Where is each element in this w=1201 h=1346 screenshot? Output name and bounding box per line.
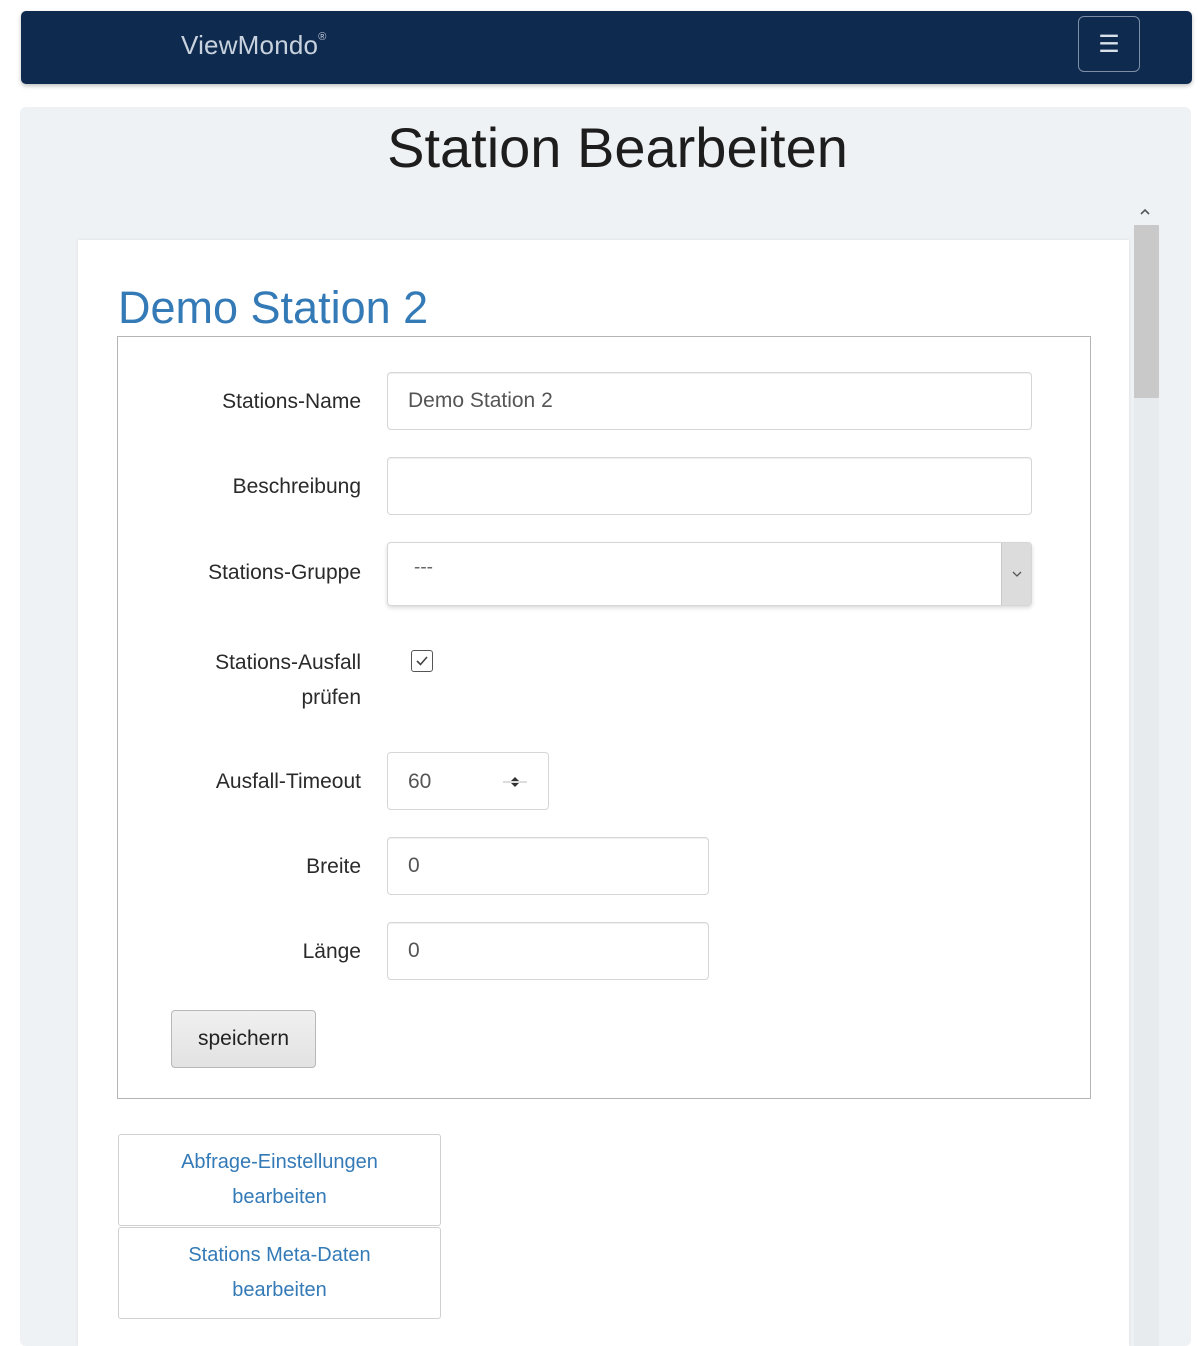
failure-check-label-line2: prüfen bbox=[301, 686, 361, 709]
brand-name: ViewMondo bbox=[181, 30, 319, 60]
timeout-number-input[interactable]: 60 bbox=[387, 752, 549, 810]
latitude-label: Breite bbox=[306, 855, 361, 878]
longitude-input[interactable] bbox=[387, 922, 709, 980]
edit-query-settings-text: Abfrage-Einstellungen bearbeiten bbox=[181, 1145, 378, 1215]
description-input[interactable] bbox=[387, 457, 1032, 515]
edit-meta-data-text: Stations Meta-Daten bearbeiten bbox=[188, 1238, 370, 1308]
edit-query-settings-button[interactable]: Abfrage-Einstellungen bearbeiten bbox=[118, 1134, 441, 1226]
spinner-arrows-icon[interactable] bbox=[501, 774, 529, 790]
station-edit-form bbox=[117, 336, 1091, 1099]
failure-check-checkbox[interactable] bbox=[411, 650, 433, 672]
latitude-input[interactable] bbox=[387, 837, 709, 895]
menu-toggle-button[interactable]: ☰ bbox=[1078, 16, 1140, 72]
timeout-label: Ausfall-Timeout bbox=[215, 770, 361, 793]
edit-meta-data-line2: bearbeiten bbox=[232, 1279, 327, 1301]
page-title: Station Bearbeiten bbox=[387, 116, 848, 179]
checkmark-icon bbox=[416, 656, 428, 666]
longitude-label: Länge bbox=[302, 940, 361, 963]
station-name-label: Stations-Name bbox=[222, 390, 361, 413]
top-navbar: ViewMondo® ☰ bbox=[21, 11, 1192, 84]
hamburger-icon: ☰ bbox=[1098, 30, 1120, 58]
save-button[interactable]: speichern bbox=[171, 1010, 316, 1068]
station-group-selected-value: --- bbox=[414, 557, 433, 578]
failure-check-label-line1: Stations-Ausfall bbox=[215, 651, 361, 674]
station-group-label: Stations-Gruppe bbox=[208, 561, 361, 584]
edit-meta-data-button[interactable]: Stations Meta-Daten bearbeiten bbox=[118, 1227, 441, 1319]
edit-query-settings-line2: bearbeiten bbox=[232, 1186, 327, 1208]
timeout-value: 60 bbox=[408, 770, 432, 793]
edit-meta-data-line1: Stations Meta-Daten bbox=[188, 1244, 371, 1266]
brand-logo[interactable]: ViewMondo® bbox=[181, 30, 327, 61]
station-name-input[interactable] bbox=[387, 372, 1032, 430]
scroll-up-arrow-icon[interactable] bbox=[1140, 204, 1150, 219]
station-group-select[interactable]: --- bbox=[387, 542, 1032, 606]
brand-registered-mark: ® bbox=[318, 31, 327, 44]
scrollbar-thumb[interactable] bbox=[1134, 225, 1159, 398]
station-heading: Demo Station 2 bbox=[118, 282, 429, 333]
description-label: Beschreibung bbox=[232, 475, 361, 498]
chevron-down-icon[interactable] bbox=[1001, 543, 1031, 605]
edit-query-settings-line1: Abfrage-Einstellungen bbox=[181, 1151, 378, 1173]
